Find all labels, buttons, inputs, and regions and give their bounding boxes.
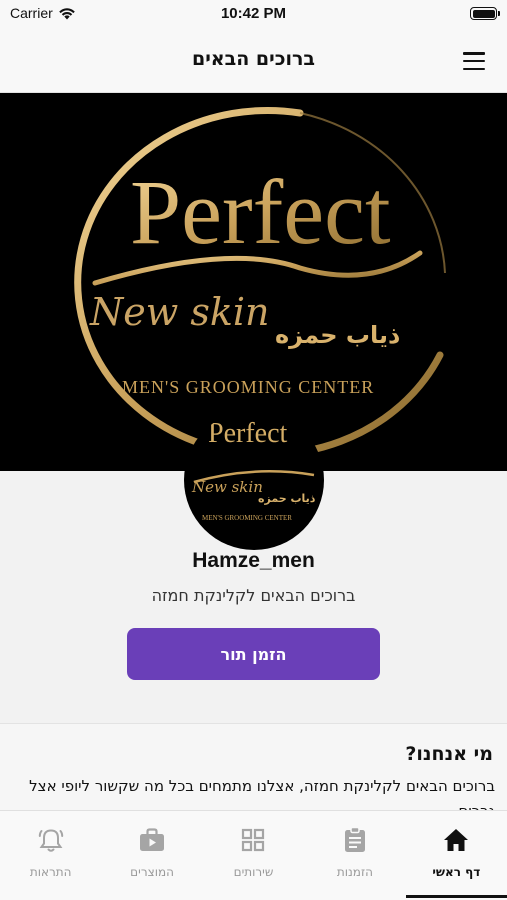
tab-label: התראות xyxy=(29,865,72,879)
profile-subtitle: ברוכים הבאים לקלינקת חמזה xyxy=(151,586,356,605)
bell-icon xyxy=(36,825,66,855)
book-appointment-button[interactable]: הזמן תור xyxy=(127,628,380,680)
nav-bar: ברוכים הבאים xyxy=(0,30,507,93)
home-icon xyxy=(441,825,471,855)
tab-label: דף ראשי xyxy=(432,865,481,879)
logo-arabic: ذياب حمزه xyxy=(275,321,400,349)
about-title: מי אנחנו? xyxy=(405,743,493,765)
avatar-logo: Perfect New skin ذياب حمزه MEN'S GROOMIN… xyxy=(191,418,316,522)
tab-label: המוצרים xyxy=(130,865,174,879)
tab-services[interactable]: שירותים xyxy=(203,811,304,900)
status-bar: Carrier 10:42 PM xyxy=(0,0,507,30)
logo-script: New skin xyxy=(89,290,270,334)
tab-bookings[interactable]: הזמנות xyxy=(304,811,405,900)
avatar-logo-tagline: MEN'S GROOMING CENTER xyxy=(202,514,292,522)
bottom-tab-bar: דף ראשי הזמנות שירותים המוצרים התראות xyxy=(0,810,507,900)
logo-tagline: MEN'S GROOMING CENTER xyxy=(122,377,374,397)
tab-label: שירותים xyxy=(233,865,274,879)
tab-products[interactable]: המוצרים xyxy=(101,811,202,900)
tab-notifications[interactable]: התראות xyxy=(0,811,101,900)
grid-icon xyxy=(238,825,268,855)
status-time: 10:42 PM xyxy=(220,5,287,22)
hamburger-menu-icon[interactable] xyxy=(463,52,485,70)
avatar-logo-script: New skin xyxy=(191,478,263,496)
clipboard-icon xyxy=(340,825,370,855)
logo-word: Perfect xyxy=(130,161,391,263)
active-tab-indicator xyxy=(405,895,507,898)
tab-label: הזמנות xyxy=(336,865,373,879)
shopping-bag-icon xyxy=(137,825,167,855)
avatar-logo-word: Perfect xyxy=(208,418,288,449)
page-title: ברוכים הבאים xyxy=(191,48,316,70)
tab-home[interactable]: דף ראשי xyxy=(405,811,507,900)
avatar: Perfect New skin ذياب حمزه MEN'S GROOMIN… xyxy=(184,410,324,550)
battery-icon xyxy=(470,7,500,20)
profile-name: Hamze_men xyxy=(192,549,315,572)
avatar-logo-arabic: ذياب حمزه xyxy=(258,492,316,505)
